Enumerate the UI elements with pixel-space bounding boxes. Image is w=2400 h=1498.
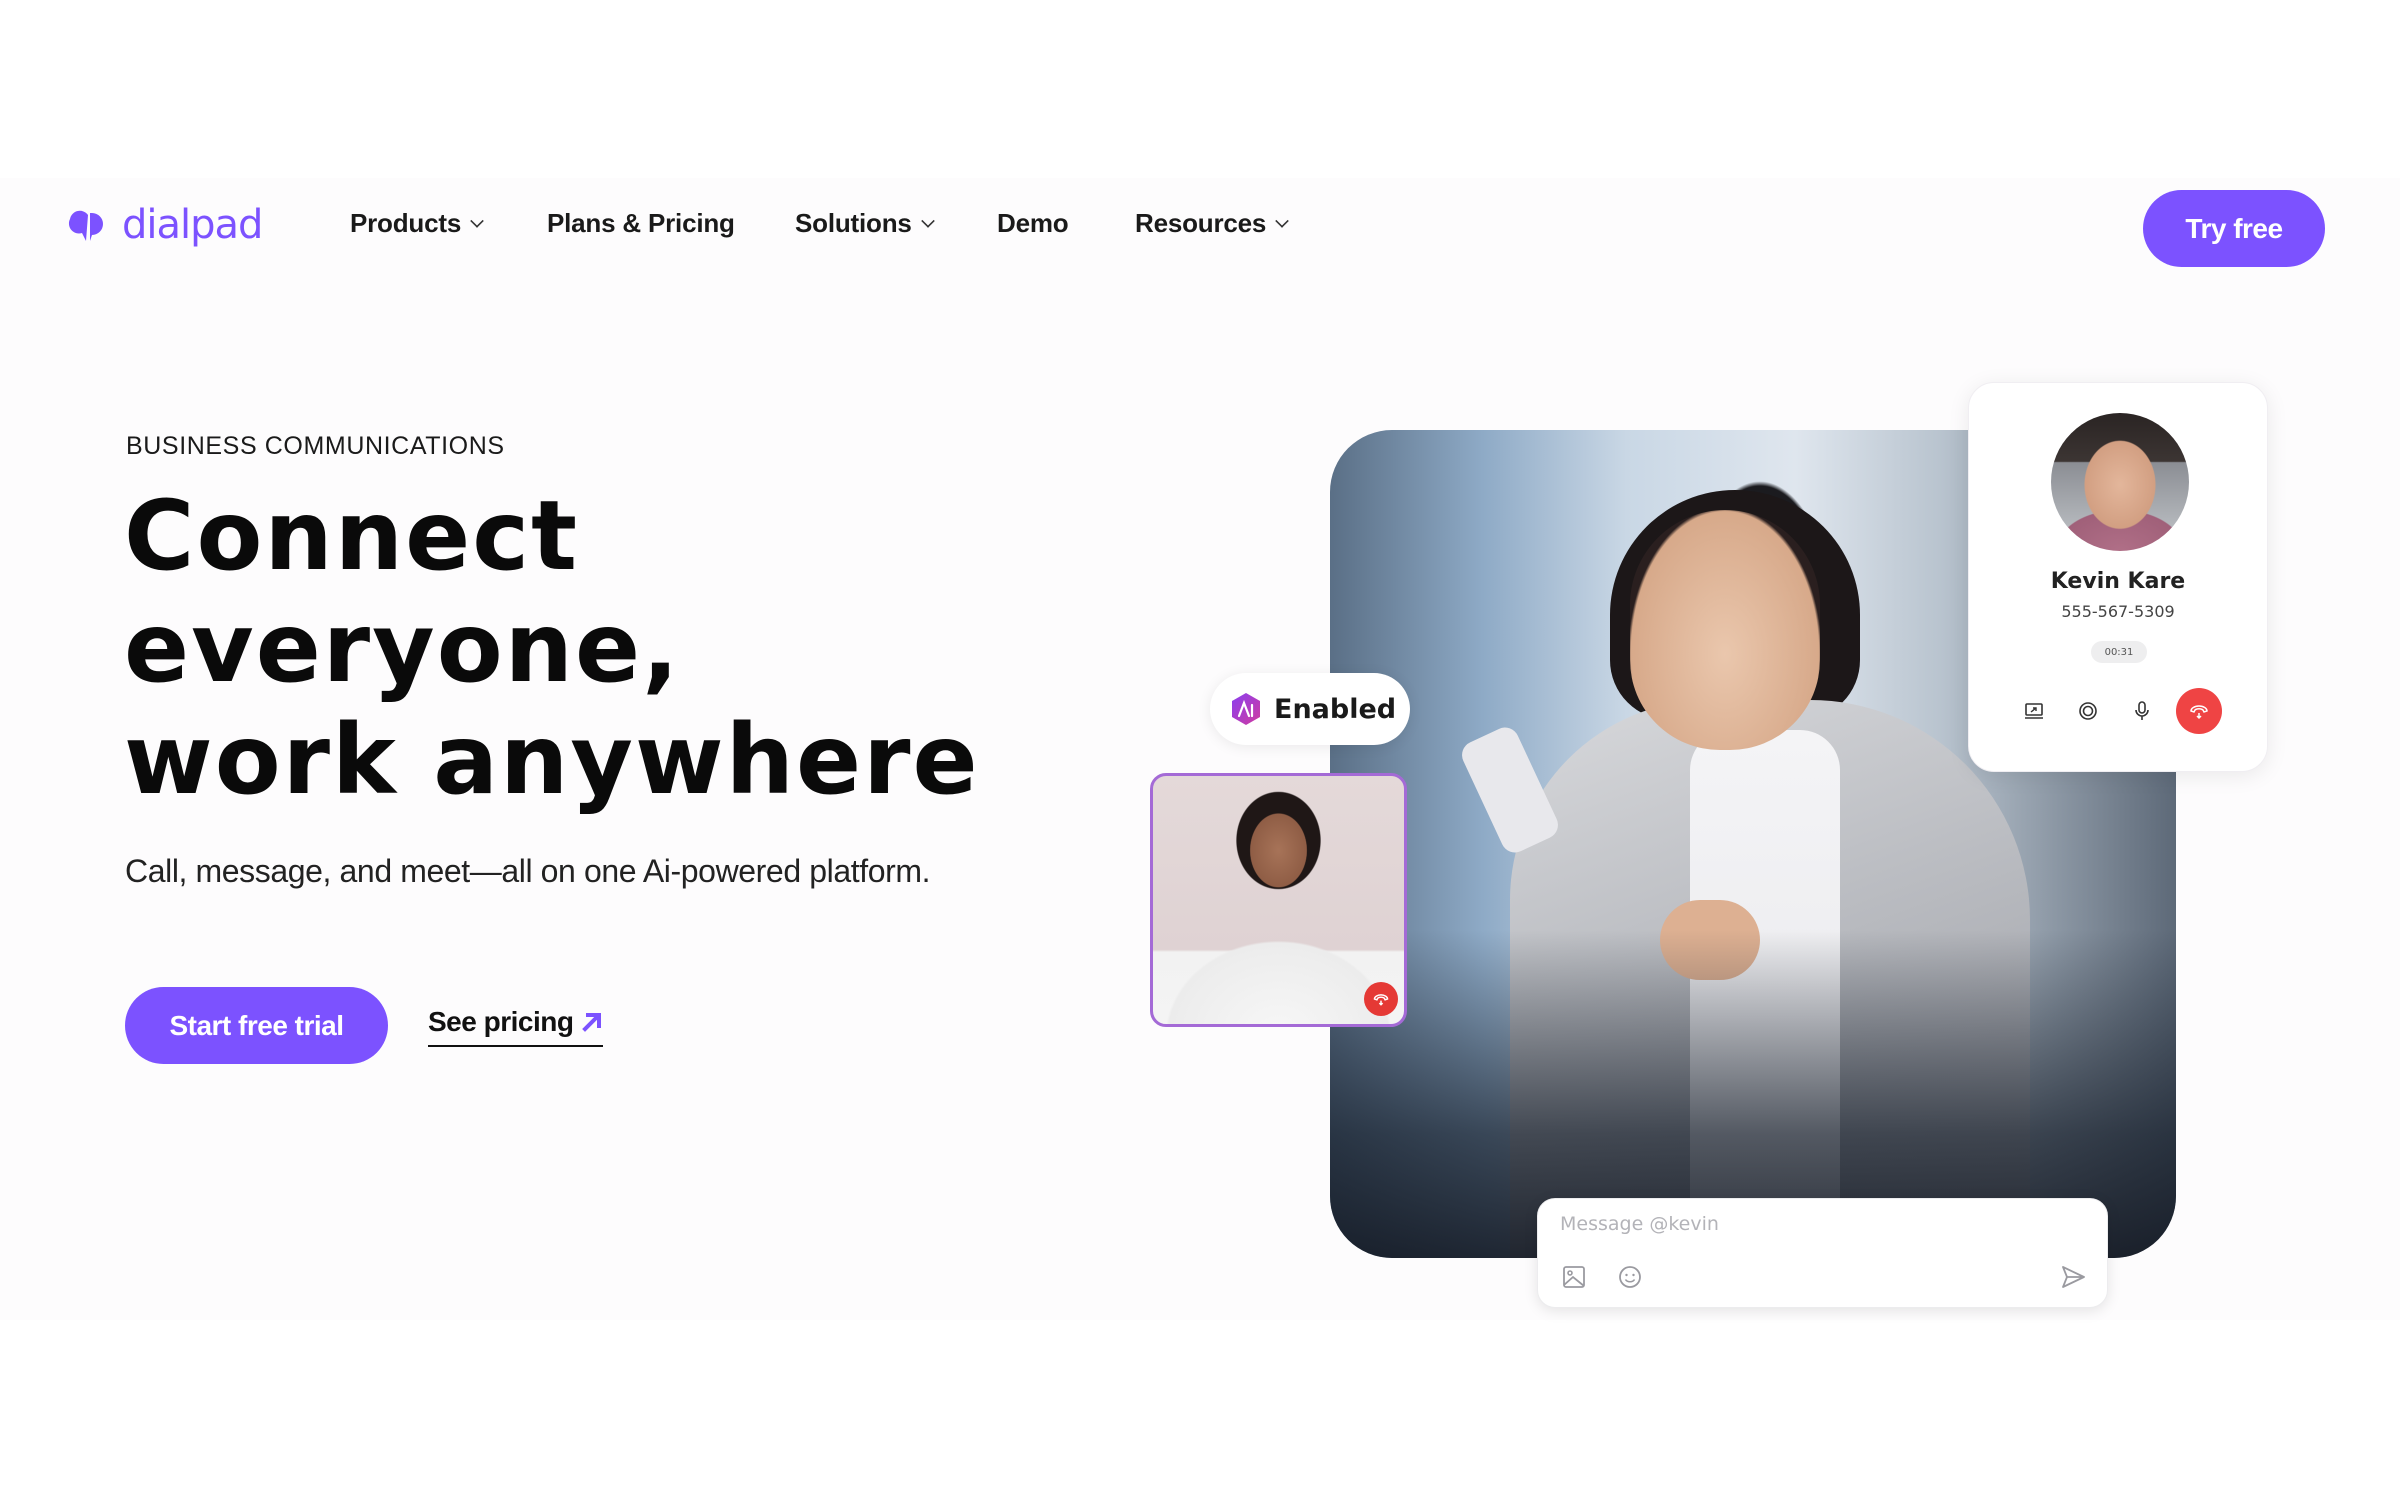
photo-detail xyxy=(1630,510,1820,750)
arrow-up-right-icon xyxy=(582,1013,602,1032)
dialpad-logo[interactable]: dialpad xyxy=(66,200,263,250)
record-button[interactable] xyxy=(2068,691,2108,731)
see-pricing-label: See pricing xyxy=(428,1006,574,1037)
record-icon xyxy=(2079,702,2097,720)
send-icon xyxy=(2062,1266,2085,1288)
nav-plans-pricing[interactable]: Plans & Pricing xyxy=(547,208,735,239)
call-timer: 00:31 xyxy=(2091,641,2147,663)
start-free-trial-button[interactable]: Start free trial xyxy=(125,987,388,1064)
microphone-icon xyxy=(2135,701,2149,720)
chevron-down-icon xyxy=(920,213,935,228)
message-composer xyxy=(1537,1198,2108,1308)
mute-button[interactable] xyxy=(2122,691,2162,731)
hero-eyebrow: BUSINESS COMMUNICATIONS xyxy=(126,432,505,460)
call-contact-card: Kevin Kare 555-567-5309 00:31 xyxy=(1968,382,2268,772)
headline-line: everyone, xyxy=(124,592,681,704)
nav-resources[interactable]: Resources xyxy=(1135,208,1289,239)
see-pricing-link[interactable]: See pricing xyxy=(428,1003,604,1047)
ai-hex-icon xyxy=(1232,693,1260,725)
chevron-down-icon xyxy=(470,213,484,228)
nav-demo-label: Demo xyxy=(997,208,1069,238)
send-button[interactable] xyxy=(2059,1263,2087,1291)
avatar xyxy=(2051,413,2189,551)
nav-plans-pricing-label: Plans & Pricing xyxy=(547,208,735,238)
nav-solutions-label: Solutions xyxy=(795,208,912,238)
nav-products[interactable]: Products xyxy=(350,208,484,239)
image-icon xyxy=(1563,1266,1585,1288)
headline-line: work anywhere xyxy=(124,704,980,816)
end-call-icon xyxy=(1373,994,1389,1006)
hero-headline: Connect everyone, work anywhere xyxy=(124,480,980,816)
try-free-button[interactable]: Try free xyxy=(2143,190,2325,267)
contact-name: Kevin Kare xyxy=(2050,569,2186,594)
logo-wordmark: dialpad xyxy=(122,202,263,248)
dialpad-logo-icon xyxy=(68,210,103,241)
ai-badge-label: Enabled xyxy=(1274,693,1397,725)
emoji-button[interactable] xyxy=(1616,1263,1644,1291)
ai-enabled-badge: Enabled xyxy=(1210,673,1410,745)
end-call-icon xyxy=(2190,705,2208,720)
end-call-button[interactable] xyxy=(2176,688,2222,734)
emoji-icon xyxy=(1619,1266,1641,1288)
chevron-down-icon xyxy=(1275,213,1289,228)
end-video-call-button[interactable] xyxy=(1364,982,1398,1016)
hero-subtitle: Call, message, and meet—all on one Ai-po… xyxy=(125,853,931,889)
nav-solutions[interactable]: Solutions xyxy=(795,208,935,239)
nav-products-label: Products xyxy=(350,208,462,238)
nav-demo[interactable]: Demo xyxy=(997,208,1069,239)
call-controls xyxy=(1969,688,2267,734)
nav-resources-label: Resources xyxy=(1135,208,1267,238)
screen-share-button[interactable] xyxy=(2014,691,2054,731)
screen-share-icon xyxy=(2025,703,2043,719)
message-input[interactable] xyxy=(1560,1213,2060,1235)
contact-phone: 555-567-5309 xyxy=(2061,602,2175,621)
headline-line: Connect xyxy=(124,480,579,592)
video-call-thumbnail[interactable] xyxy=(1150,773,1407,1027)
attach-image-button[interactable] xyxy=(1560,1263,1588,1291)
